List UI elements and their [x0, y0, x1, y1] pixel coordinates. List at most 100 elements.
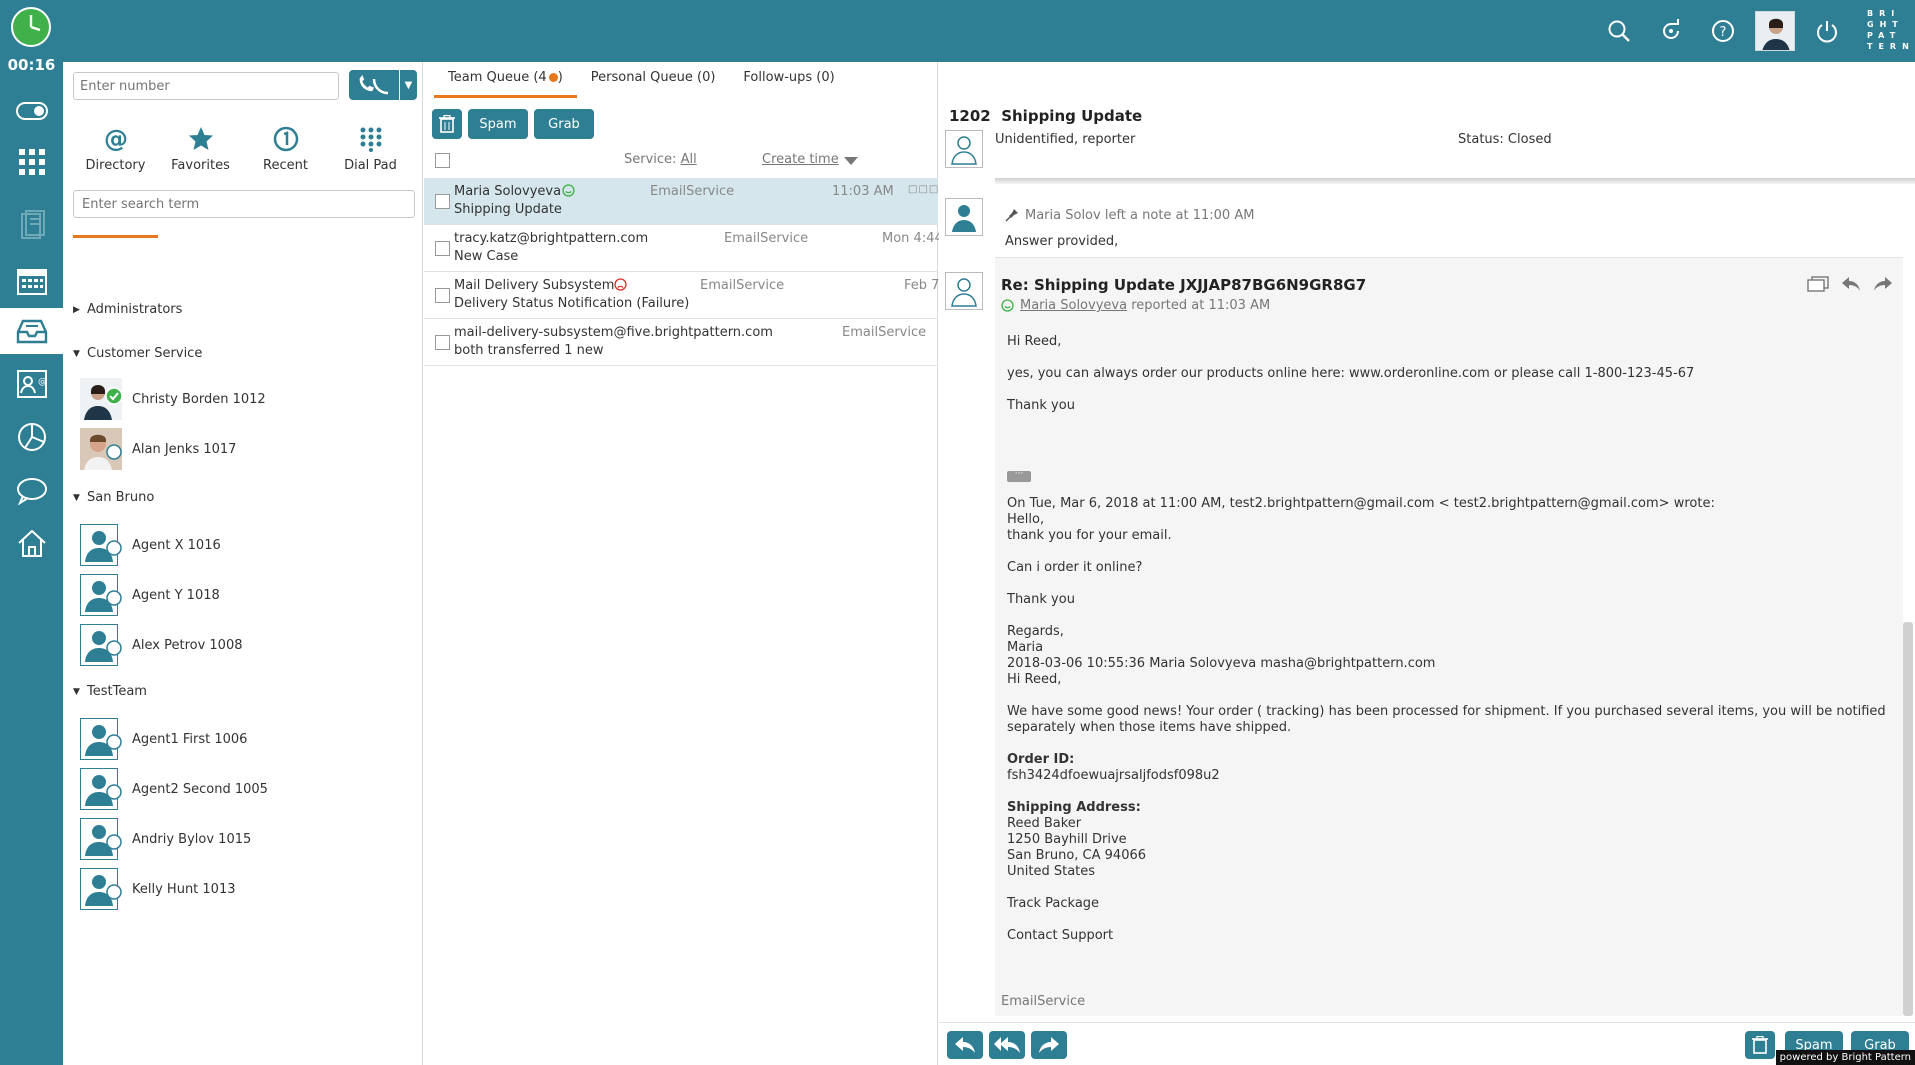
delete-button[interactable]: [1745, 1031, 1775, 1059]
agent-kelly-hunt[interactable]: Kelly Hunt 1013: [80, 868, 236, 910]
agent-name: Agent X 1016: [132, 537, 221, 553]
dial-button[interactable]: ▼: [349, 70, 417, 100]
person-outline-icon: [951, 136, 977, 165]
user-profile-button[interactable]: [1749, 0, 1801, 62]
tab-personal-queue[interactable]: Personal Queue (0): [577, 62, 730, 98]
nav-inbox[interactable]: [0, 308, 63, 354]
unread-dot: [548, 73, 558, 82]
logout-button[interactable]: [1801, 0, 1853, 62]
thread-scrollbar[interactable]: [1903, 622, 1913, 1016]
reply-button[interactable]: [947, 1031, 983, 1059]
dial-dropdown[interactable]: ▼: [399, 70, 417, 100]
nav-home[interactable]: [0, 520, 63, 566]
row-attachments-icon: □□□: [908, 184, 940, 195]
agent-y[interactable]: Agent Y 1018: [80, 574, 220, 616]
body-line: Thank you: [1007, 398, 1075, 413]
case-detail-panel: 1202 Shipping Update Unidentified, repor…: [939, 62, 1915, 1065]
search-button[interactable]: [1593, 0, 1645, 62]
spam-button[interactable]: Spam: [468, 109, 528, 139]
nav-apps[interactable]: [0, 139, 63, 185]
agent-name: Agent1 First 1006: [132, 731, 248, 747]
queue-row[interactable]: Maria Solovyeva Shipping Update EmailSer…: [424, 178, 938, 225]
contacts-icon: @: [16, 370, 47, 398]
reported-time: reported at 11:03 AM: [1131, 298, 1271, 313]
document-icon: [20, 210, 45, 239]
nav-contacts[interactable]: @: [0, 361, 63, 407]
nav-calendar[interactable]: [0, 258, 63, 304]
email-subject: Re: Shipping Update JXJJAP87BG6N9GR8G7: [1001, 276, 1367, 294]
row-subject: Shipping Update: [454, 202, 562, 217]
sort-create-time[interactable]: Create time: [762, 152, 839, 167]
agent1-first[interactable]: Agent1 First 1006: [80, 718, 247, 760]
mail-avatar: [945, 272, 983, 310]
nav-chat[interactable]: [0, 468, 63, 514]
show-quoted-button[interactable]: ···: [1007, 470, 1031, 482]
body-line: 2018-03-06 10:55:36 Maria Solovyeva mash…: [1007, 656, 1436, 671]
select-all-checkbox[interactable]: [435, 153, 450, 168]
queue-tabs: Team Queue (4) Personal Queue (0) Follow…: [434, 62, 849, 98]
body-line: Hello,: [1007, 512, 1045, 527]
agent-state-clock-button[interactable]: [10, 6, 52, 48]
caret-right-icon: ▶: [73, 304, 80, 315]
tab-recent[interactable]: Recent: [243, 118, 328, 238]
group-san-bruno[interactable]: ▼ San Bruno: [73, 490, 154, 505]
agent-alex-petrov[interactable]: Alex Petrov 1008: [80, 624, 243, 666]
chat-bubble-icon: [16, 478, 47, 505]
row-checkbox[interactable]: [435, 288, 450, 303]
home-icon: [17, 529, 46, 557]
case-title: 1202 Shipping Update: [949, 107, 1143, 125]
pin-icon: [1005, 209, 1018, 222]
nav-forms[interactable]: [0, 202, 63, 248]
queue-row[interactable]: mail-delivery-subsystem@five.brightpatte…: [424, 319, 938, 366]
group-testteam[interactable]: ▼ TestTeam: [73, 684, 147, 699]
directory-panel: ▼ @ Directory Favorites Recent Dial Pad …: [63, 62, 423, 1065]
phone-number-input[interactable]: [73, 72, 339, 100]
reply-all-button[interactable]: [989, 1031, 1025, 1059]
nav-reports[interactable]: [0, 414, 63, 460]
help-button[interactable]: ?: [1697, 0, 1749, 62]
nav-toggle[interactable]: [0, 88, 63, 134]
row-checkbox[interactable]: [435, 335, 450, 350]
tab-dial-pad[interactable]: Dial Pad: [328, 118, 413, 238]
forward-button[interactable]: [1031, 1031, 1067, 1059]
case-contact[interactable]: Unidentified, reporter: [995, 132, 1135, 147]
agent-andriy-bylov[interactable]: Andriy Bylov 1015: [80, 818, 251, 860]
dial-main[interactable]: [349, 70, 399, 100]
row-checkbox[interactable]: [435, 194, 450, 209]
toggle-icon: [15, 102, 48, 120]
group-customer-service[interactable]: ▼ Customer Service: [73, 346, 202, 361]
agent-alan-jenks[interactable]: Alan Jenks 1017: [80, 428, 236, 470]
sad-face-icon: [614, 278, 628, 291]
reporter-link[interactable]: Maria Solovyeva: [1020, 298, 1127, 313]
tab-label: Dial Pad: [344, 158, 397, 173]
tab-directory[interactable]: @ Directory: [73, 118, 158, 238]
tab-favorites[interactable]: Favorites: [158, 118, 243, 238]
reply-icon[interactable]: [1841, 276, 1861, 292]
agent2-second[interactable]: Agent2 Second 1005: [80, 768, 268, 810]
forward-icon: [1039, 1037, 1059, 1053]
row-service: EmailService: [724, 231, 809, 246]
tab-team-queue[interactable]: Team Queue (4): [434, 62, 577, 98]
forward-icon[interactable]: [1873, 276, 1893, 292]
tab-follow-ups[interactable]: Follow-ups (0): [729, 62, 848, 98]
contact-avatar[interactable]: [945, 130, 983, 168]
powered-by-badge: powered by Bright Pattern: [1775, 1050, 1915, 1065]
brand-logo: BRI GHT PAT TERN: [1867, 9, 1915, 51]
delete-button[interactable]: [432, 109, 462, 139]
refresh-button[interactable]: [1645, 0, 1697, 62]
queue-row[interactable]: Mail Delivery Subsystem Delivery Status …: [424, 272, 939, 319]
row-from: mail-delivery-subsystem@five.brightpatte…: [454, 325, 773, 340]
avatar: [80, 818, 122, 860]
popout-icon[interactable]: [1807, 276, 1829, 292]
service-filter[interactable]: Service: All: [624, 152, 697, 167]
agent-x[interactable]: Agent X 1016: [80, 524, 221, 566]
row-checkbox[interactable]: [435, 241, 450, 256]
case-status: Status: Closed: [1458, 132, 1552, 147]
grab-button[interactable]: Grab: [534, 109, 594, 139]
agent-christy-borden[interactable]: Christy Borden 1012: [80, 378, 266, 420]
row-subject: both transferred 1 new: [454, 343, 604, 358]
directory-search-input[interactable]: [73, 190, 415, 218]
queue-row[interactable]: tracy.katz@brightpattern.com New Case Em…: [424, 225, 943, 272]
group-administrators[interactable]: ▶ Administrators: [73, 302, 182, 317]
phone-icon: [359, 75, 389, 95]
